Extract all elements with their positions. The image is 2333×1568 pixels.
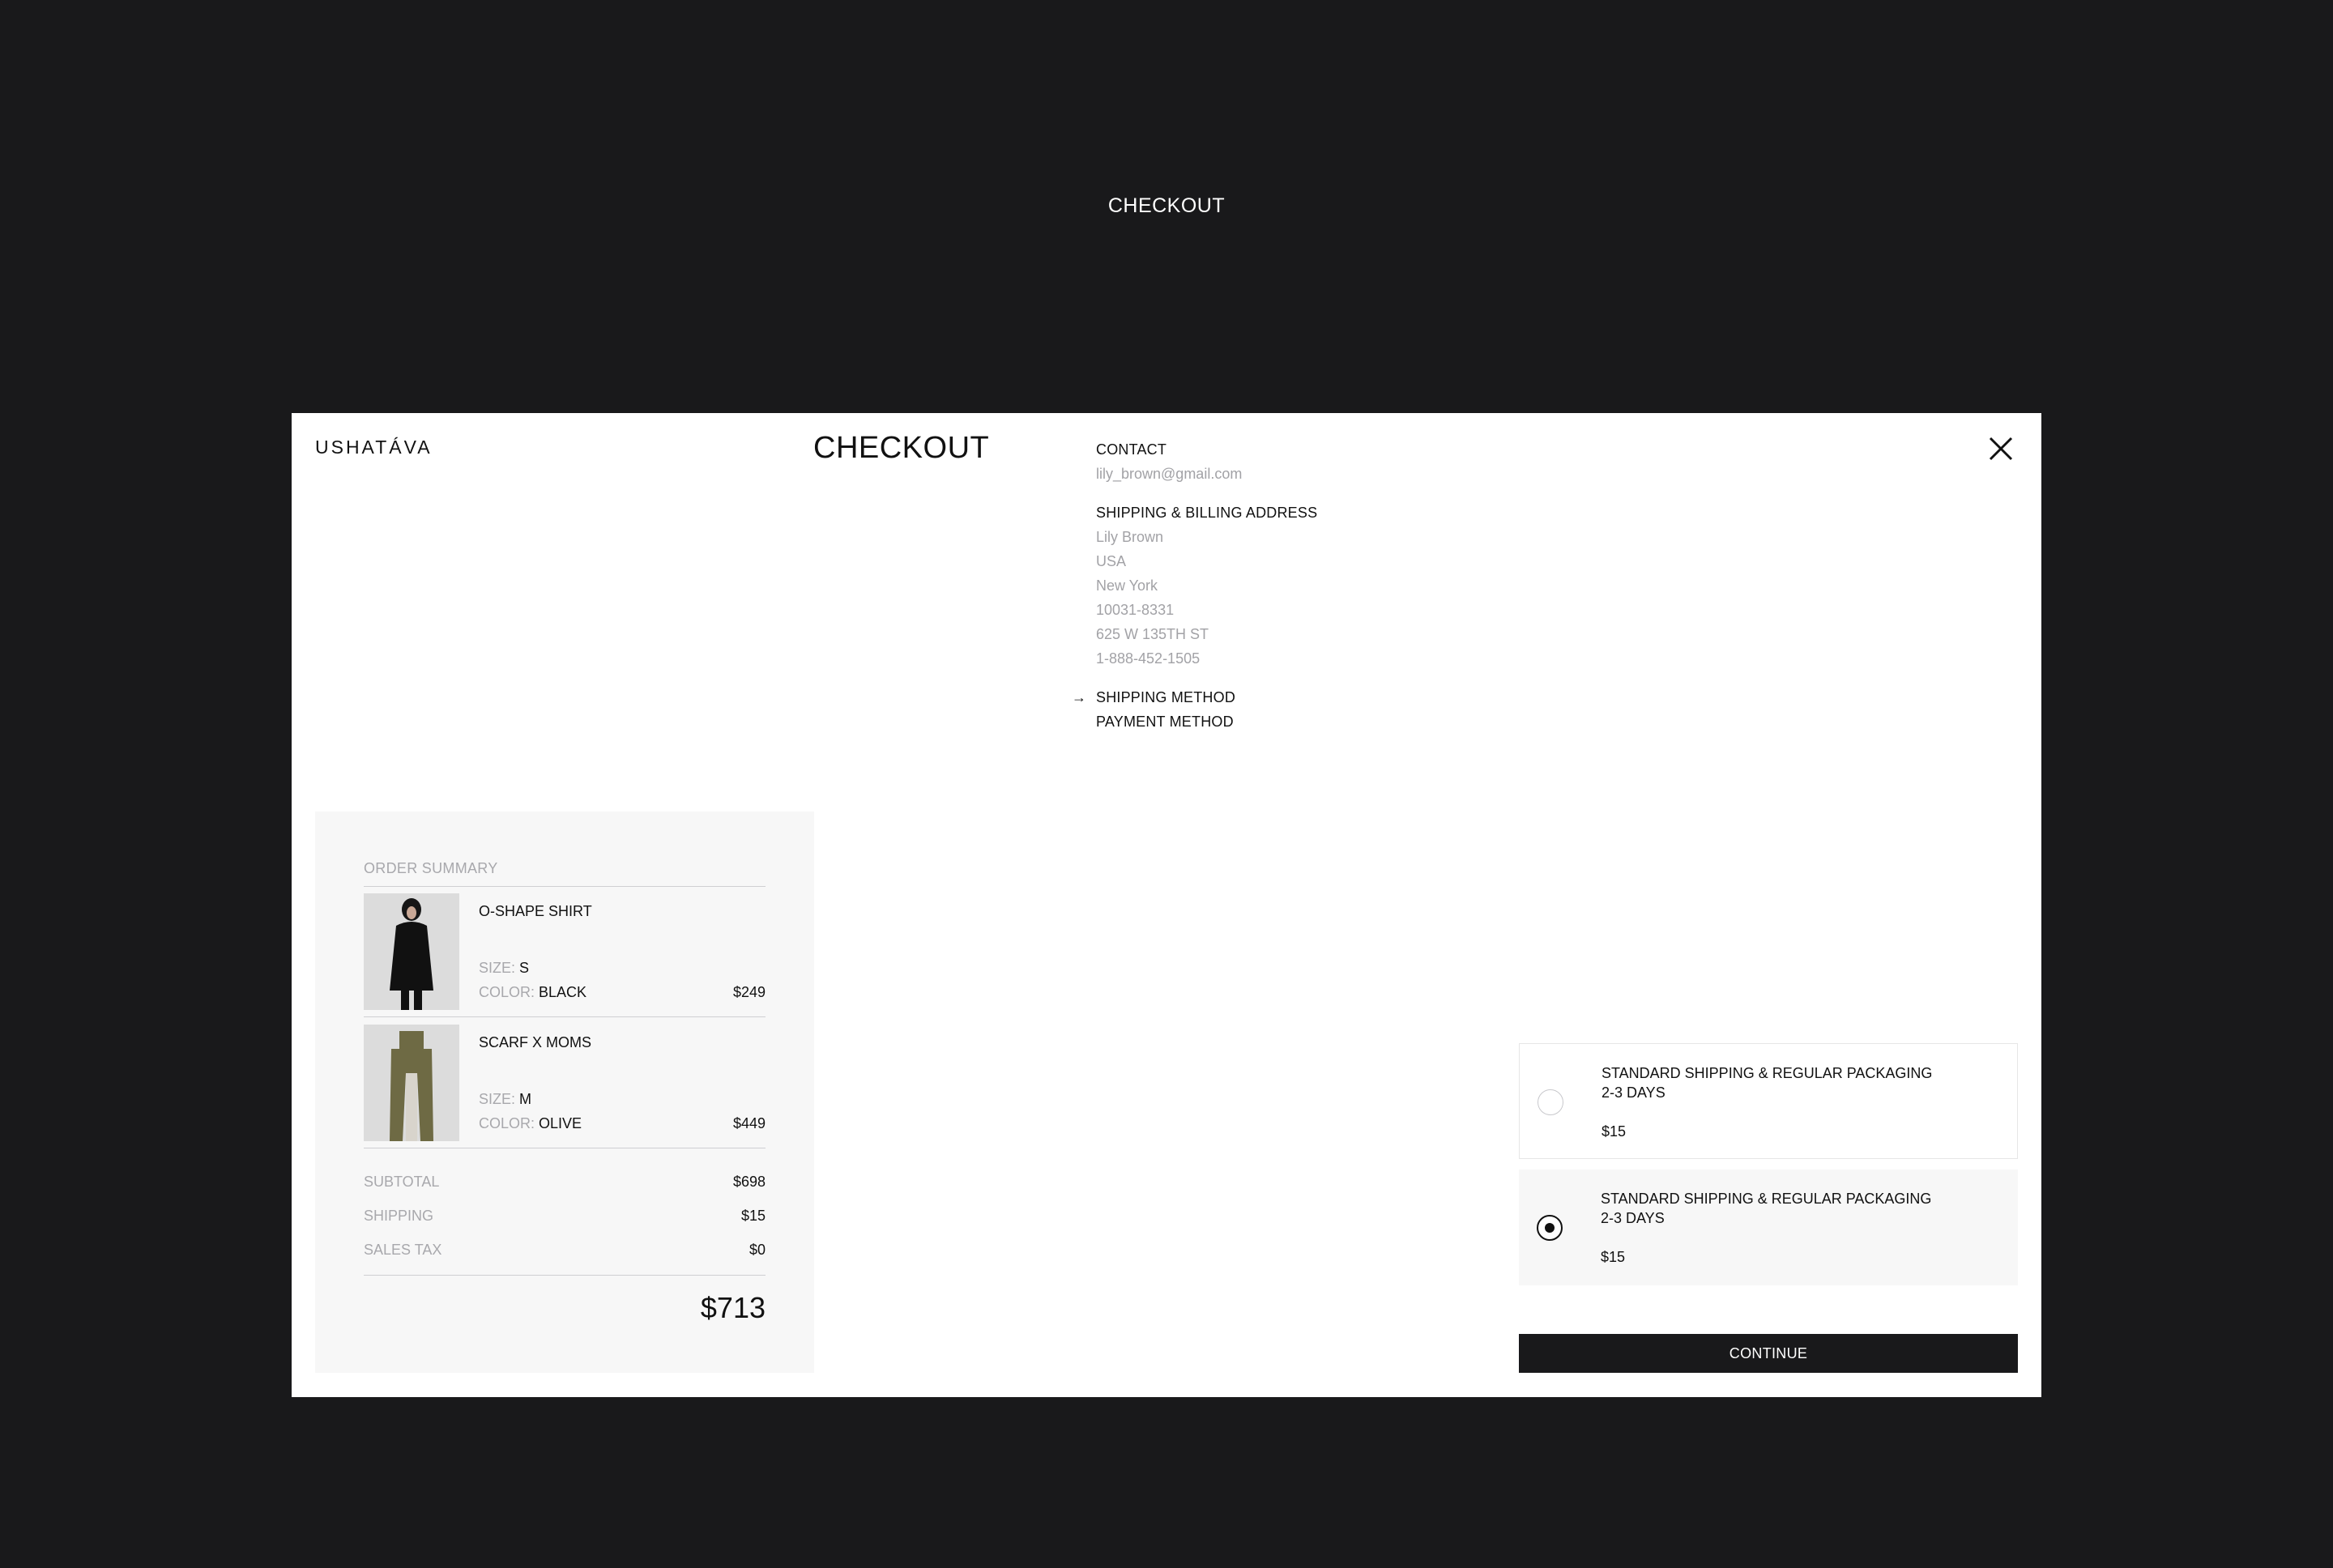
address-line: 1-888-452-1505 bbox=[1096, 650, 1201, 667]
shipping-option[interactable]: STANDARD SHIPPING & REGULAR PACKAGING 2-… bbox=[1519, 1043, 2018, 1159]
tax-value: $0 bbox=[749, 1242, 766, 1258]
order-total: $713 bbox=[700, 1291, 766, 1324]
shipping-option-selected[interactable]: STANDARD SHIPPING & REGULAR PACKAGING 2-… bbox=[1519, 1170, 2018, 1285]
divider bbox=[364, 1016, 766, 1017]
address-line: New York bbox=[1096, 577, 1158, 594]
shipping-value: $15 bbox=[740, 1208, 766, 1224]
item-color: COLOR: BLACK bbox=[479, 984, 587, 1000]
shipping-option-title: STANDARD SHIPPING & REGULAR PACKAGING bbox=[1601, 1191, 1932, 1207]
olive-scarf-photo[interactable] bbox=[364, 1025, 459, 1141]
shipping-method-step[interactable]: → SHIPPING METHOD bbox=[1072, 685, 1501, 709]
subtotal-label: SUBTOTAL bbox=[364, 1174, 440, 1190]
cart-item: O-SHAPE SHIRT SIZE: S COLOR: BLACK $249 bbox=[364, 893, 766, 1010]
cart-item: SCARF X MOMS SIZE: M COLOR: OLIVE $449 bbox=[364, 1025, 766, 1141]
item-size: SIZE: M bbox=[479, 1091, 532, 1107]
divider bbox=[364, 1275, 766, 1276]
black-shirt-photo[interactable] bbox=[364, 893, 459, 1010]
divider bbox=[364, 886, 766, 887]
address-line: USA bbox=[1096, 553, 1127, 569]
item-size: SIZE: S bbox=[479, 960, 530, 976]
item-name: O-SHAPE SHIRT bbox=[479, 903, 592, 919]
tax-row: SALES TAX $0 bbox=[364, 1242, 766, 1259]
address-line: 625 W 135TH ST bbox=[1096, 626, 1209, 642]
shipping-option-days: 2-3 DAYS bbox=[1602, 1084, 1666, 1101]
subtotal-value: $698 bbox=[732, 1174, 766, 1190]
checkout-steps: CONTACT lily_brown@gmail.com SHIPPING & … bbox=[1072, 437, 1501, 734]
radio-button[interactable] bbox=[1538, 1089, 1563, 1115]
modal-title: CHECKOUT bbox=[813, 431, 990, 465]
shipping-option-price: $15 bbox=[1601, 1249, 1626, 1265]
subtotal-row: SUBTOTAL $698 bbox=[364, 1174, 766, 1191]
address-line: Lily Brown bbox=[1096, 529, 1164, 545]
shipping-option-title: STANDARD SHIPPING & REGULAR PACKAGING bbox=[1602, 1065, 1933, 1081]
order-summary: ORDER SUMMARY O-SHAPE SHIRT SIZE: S COLO… bbox=[315, 812, 814, 1373]
item-color: COLOR: OLIVE bbox=[479, 1115, 582, 1131]
address-step-label[interactable]: SHIPPING & BILLING ADDRESS bbox=[1096, 501, 1501, 525]
item-price: $449 bbox=[732, 1115, 766, 1131]
shipping-method-label: SHIPPING METHOD bbox=[1096, 689, 1236, 705]
tax-label: SALES TAX bbox=[364, 1242, 442, 1258]
arrow-right-icon: → bbox=[1072, 689, 1087, 705]
payment-method-step[interactable]: PAYMENT METHOD bbox=[1096, 709, 1501, 734]
checkout-modal: USHATÁVA CHECKOUT CONTACT lily_brown@gma… bbox=[292, 413, 2041, 1397]
contact-email: lily_brown@gmail.com bbox=[1096, 466, 1243, 482]
page-title: CHECKOUT bbox=[1107, 194, 1226, 217]
brand-logo[interactable]: USHATÁVA bbox=[315, 437, 433, 458]
shipping-row: SHIPPING $15 bbox=[364, 1208, 766, 1225]
item-price: $249 bbox=[732, 984, 766, 1000]
shipping-label: SHIPPING bbox=[364, 1208, 434, 1224]
item-name: SCARF X MOMS bbox=[479, 1034, 592, 1050]
address-line: 10031-8331 bbox=[1096, 602, 1175, 618]
shipping-option-price: $15 bbox=[1602, 1123, 1627, 1140]
order-summary-heading: ORDER SUMMARY bbox=[364, 860, 498, 876]
shipping-option-days: 2-3 DAYS bbox=[1601, 1210, 1665, 1226]
close-icon bbox=[1989, 437, 2013, 461]
close-button[interactable] bbox=[1988, 436, 2014, 462]
contact-step-label[interactable]: CONTACT bbox=[1096, 437, 1501, 462]
radio-button-selected[interactable] bbox=[1537, 1215, 1563, 1241]
continue-button[interactable]: CONTINUE bbox=[1519, 1334, 2018, 1373]
